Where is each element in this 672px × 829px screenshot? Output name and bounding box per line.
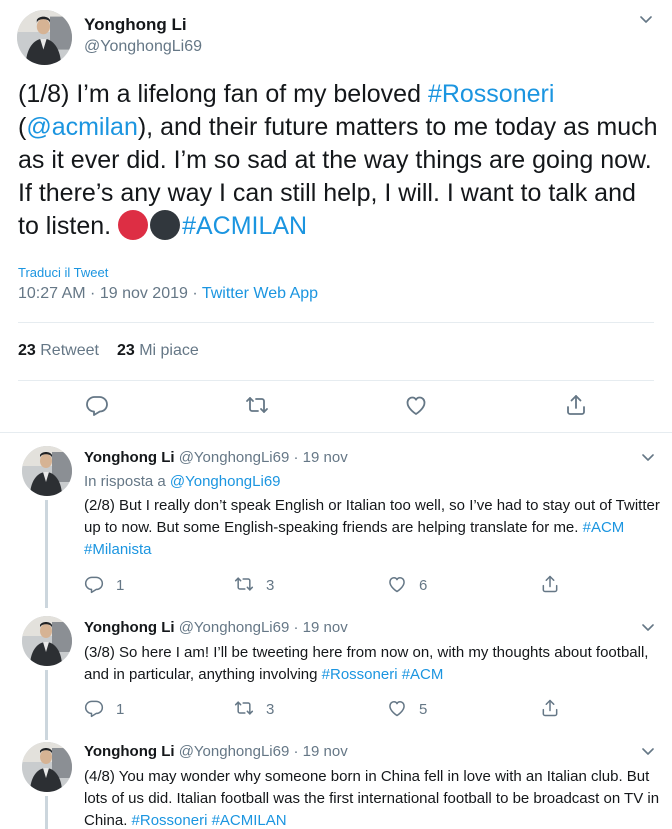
- hashtag-link[interactable]: #Rossoneri: [322, 666, 398, 683]
- retweet-count: 3: [266, 701, 275, 718]
- retweet-button[interactable]: [245, 393, 269, 417]
- tweet-timestamp[interactable]: 10:27 AM · 19 nov 2019 ·: [18, 285, 202, 302]
- author-handle[interactable]: @YonghongLi69: [179, 449, 290, 466]
- hashtag-link[interactable]: #ACM: [583, 519, 625, 536]
- source-app-link[interactable]: Twitter Web App: [202, 285, 318, 302]
- main-tweet: Yonghong Li @YonghongLi69 (1/8) I’m a li…: [0, 0, 672, 433]
- tweet-text-body: (2/8) But I really don’t speak English o…: [84, 497, 660, 536]
- retweet-button[interactable]: 3: [234, 574, 274, 594]
- avatar-image: [17, 10, 72, 65]
- like-icon: [404, 393, 428, 417]
- hashtag-link[interactable]: #ACMILAN: [182, 212, 307, 240]
- chevron-down-icon[interactable]: [642, 454, 654, 462]
- hashtag-link[interactable]: #Rossoneri: [132, 812, 208, 829]
- reply-tweet[interactable]: Yonghong Li @YonghongLi69 · 19 nov In ri…: [0, 434, 672, 608]
- tweet-time[interactable]: · 19 nov: [294, 619, 348, 636]
- reply-header: Yonghong Li @YonghongLi69 · 19 nov: [84, 743, 348, 760]
- share-icon: [540, 574, 560, 594]
- like-button[interactable]: 5: [387, 698, 427, 718]
- in-reply-label: In risposta a: [84, 473, 170, 490]
- reply-count: 1: [116, 577, 125, 594]
- share-icon: [564, 393, 588, 417]
- thread-line: [45, 670, 48, 740]
- avatar-image: [22, 446, 72, 496]
- share-button[interactable]: [540, 574, 560, 594]
- like-count: 6: [419, 577, 428, 594]
- reply-header: Yonghong Li @YonghongLi69 · 19 nov: [84, 449, 348, 466]
- hashtag-link[interactable]: #ACM: [402, 666, 444, 683]
- avatar-image: [22, 742, 72, 792]
- retweet-count: 3: [266, 577, 275, 594]
- reply-icon: [84, 698, 104, 718]
- tweet-text: (2/8) But I really don’t speak English o…: [84, 495, 664, 561]
- chevron-down-icon[interactable]: [642, 624, 654, 632]
- avatar[interactable]: [22, 446, 72, 496]
- like-icon: [387, 574, 407, 594]
- reply-count: 1: [116, 701, 125, 718]
- reply-icon: [85, 393, 109, 417]
- hashtag-link[interactable]: #Milanista: [84, 541, 152, 558]
- thread-line: [45, 500, 48, 608]
- avatar[interactable]: [22, 742, 72, 792]
- tweet-text: (3/8) So here I am! I’ll be tweeting her…: [84, 642, 664, 686]
- like-stat[interactable]: 23 Mi piace: [117, 342, 199, 359]
- divider: [18, 322, 654, 323]
- avatar-image: [22, 616, 72, 666]
- reply-tweet[interactable]: Yonghong Li @YonghongLi69 · 19 nov (3/8)…: [0, 604, 672, 740]
- hashtag-link[interactable]: #Rossoneri: [428, 80, 554, 108]
- tweet-time[interactable]: · 19 nov: [294, 743, 348, 760]
- reply-button[interactable]: 1: [84, 574, 124, 594]
- in-reply-to: In risposta a @YonghongLi69: [84, 473, 281, 490]
- mention-link[interactable]: @acmilan: [26, 113, 138, 141]
- translate-tweet-link[interactable]: Traduci il Tweet: [18, 265, 108, 280]
- like-button[interactable]: [404, 393, 428, 417]
- tweet-text: (1/8) I’m a lifelong fan of my beloved #…: [18, 78, 658, 243]
- red-circle-emoji: [118, 210, 149, 240]
- retweet-label: Retweet: [40, 342, 99, 359]
- author-name[interactable]: Yonghong Li: [84, 743, 175, 760]
- like-count: 5: [419, 701, 428, 718]
- avatar[interactable]: [17, 10, 72, 65]
- reply-header: Yonghong Li @YonghongLi69 · 19 nov: [84, 619, 348, 636]
- retweet-button[interactable]: 3: [234, 698, 274, 718]
- hashtag-link[interactable]: #ACMILAN: [212, 812, 287, 829]
- like-button[interactable]: 6: [387, 574, 427, 594]
- thread-line: [45, 796, 48, 829]
- tweet-time[interactable]: · 19 nov: [294, 449, 348, 466]
- avatar[interactable]: [22, 616, 72, 666]
- black-circle-emoji: [150, 210, 181, 240]
- chevron-down-icon[interactable]: [640, 16, 652, 24]
- like-label: Mi piace: [139, 342, 199, 359]
- like-count: 23: [116, 342, 135, 359]
- author-handle[interactable]: @YonghongLi69: [84, 38, 202, 56]
- author-handle[interactable]: @YonghongLi69: [179, 743, 290, 760]
- divider: [18, 380, 654, 381]
- retweet-icon: [234, 574, 254, 594]
- reply-button[interactable]: [85, 393, 109, 417]
- retweet-stat[interactable]: 23 Retweet: [18, 342, 99, 359]
- tweet-text: (4/8) You may wonder why someone born in…: [84, 766, 664, 829]
- author-name[interactable]: Yonghong Li: [84, 15, 187, 35]
- reply-tweet[interactable]: Yonghong Li @YonghongLi69 · 19 nov (4/8)…: [0, 734, 672, 829]
- tweet-meta: 10:27 AM · 19 nov 2019 · Twitter Web App: [18, 285, 318, 303]
- share-button[interactable]: [564, 393, 588, 417]
- author-name[interactable]: Yonghong Li: [84, 449, 175, 466]
- tweet-text-prefix: (1/8) I’m a lifelong fan of my beloved: [18, 80, 428, 108]
- reply-icon: [84, 574, 104, 594]
- share-button[interactable]: [540, 698, 560, 718]
- retweet-count: 23: [18, 342, 36, 359]
- tweet-stats: 23 Retweet 23 Mi piace: [18, 342, 199, 360]
- chevron-down-icon[interactable]: [642, 748, 654, 756]
- retweet-icon: [234, 698, 254, 718]
- like-icon: [387, 698, 407, 718]
- author-name[interactable]: Yonghong Li: [84, 619, 175, 636]
- reply-button[interactable]: 1: [84, 698, 124, 718]
- mention-link[interactable]: @YonghongLi69: [170, 473, 281, 490]
- author-handle[interactable]: @YonghongLi69: [179, 619, 290, 636]
- share-icon: [540, 698, 560, 718]
- retweet-icon: [245, 393, 269, 417]
